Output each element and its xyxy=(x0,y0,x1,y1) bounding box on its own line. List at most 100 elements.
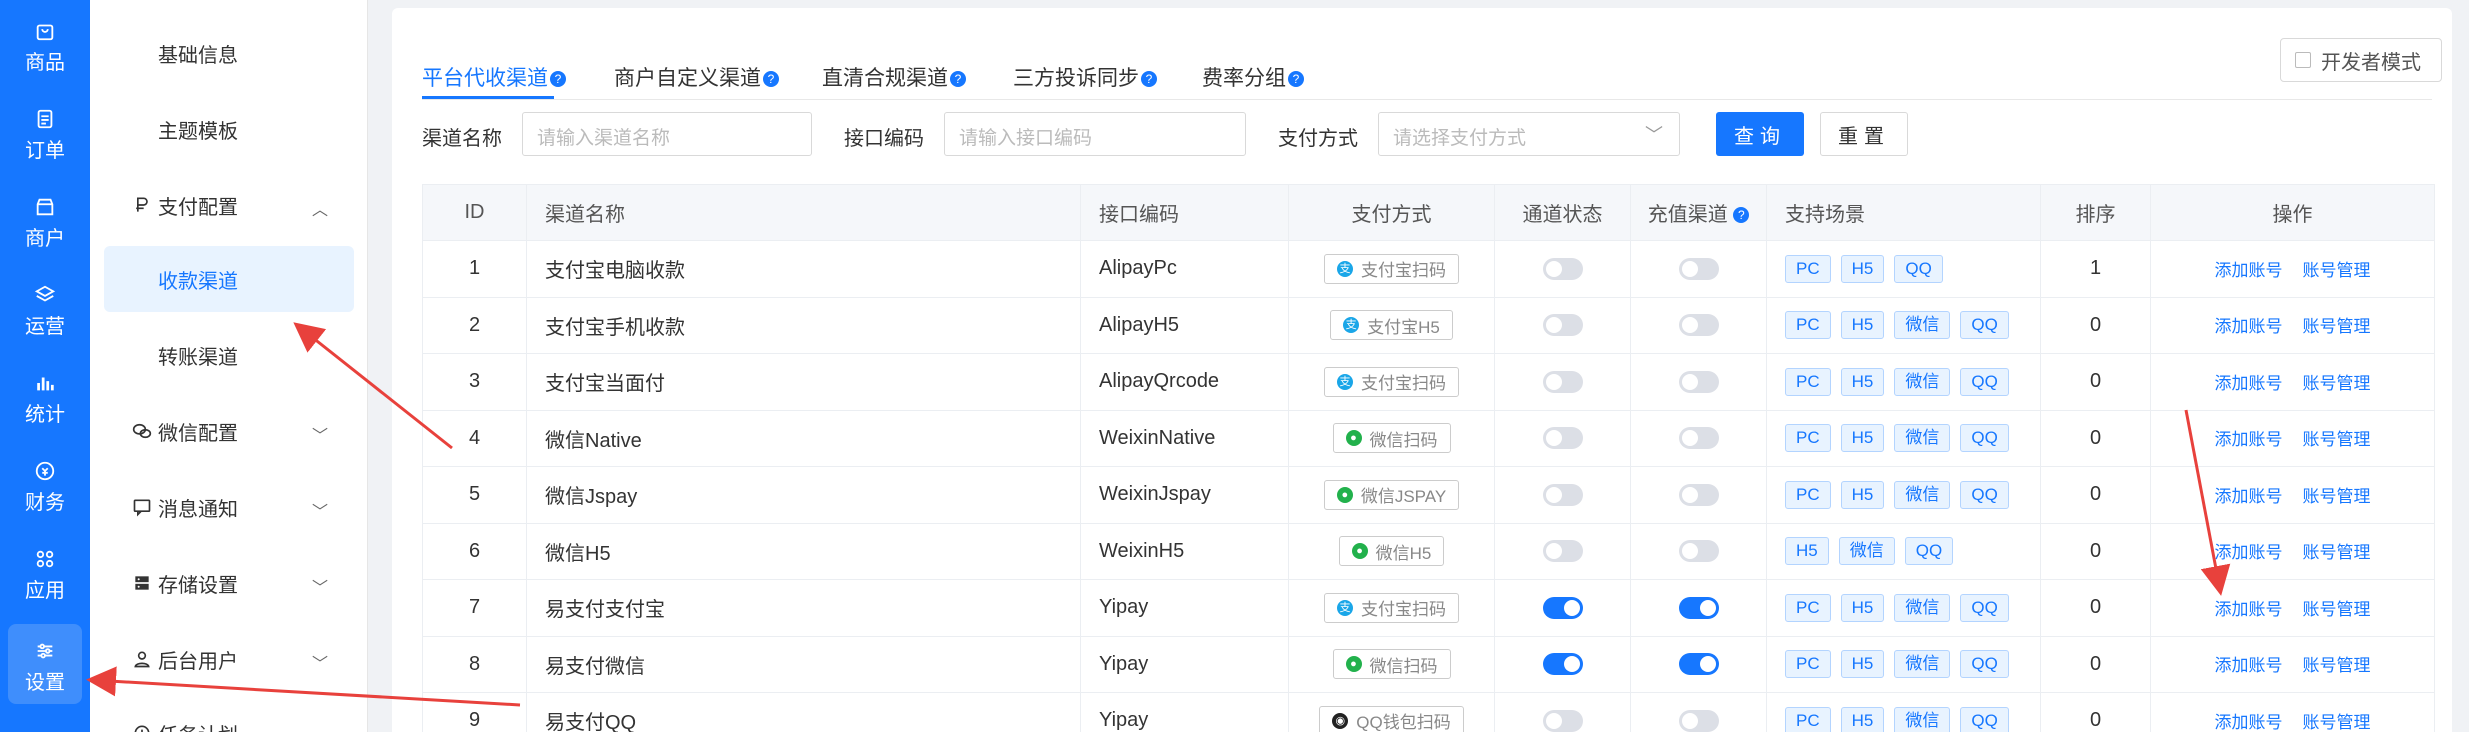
tab-platform-channel[interactable]: 平台代收渠道? xyxy=(422,62,566,92)
cell-scenes: H5 微信 QQ xyxy=(1766,522,2041,580)
tab-merchant-custom-channel[interactable]: 商户自定义渠道? xyxy=(614,62,779,92)
subnav-label: 任务计划 xyxy=(158,719,238,732)
help-icon[interactable]: ? xyxy=(1141,71,1157,87)
tab-direct-compliance-channel[interactable]: 直清合规渠道? xyxy=(822,62,966,92)
scene-tag: 微信 xyxy=(1894,706,1951,732)
subnav-group-task-plan[interactable]: 任务计划 xyxy=(104,700,354,732)
help-icon[interactable]: ? xyxy=(950,71,966,87)
shop-icon xyxy=(36,198,54,216)
account-manage-link[interactable]: 账号管理 xyxy=(2303,430,2371,449)
subnav-item-transfer-channel[interactable]: 转账渠道 xyxy=(104,322,354,388)
subnav-item-theme-template[interactable]: 主题模板 xyxy=(104,96,354,162)
scene-tag: H5 xyxy=(1840,480,1885,509)
cell-ops: 添加账号 账号管理 xyxy=(2150,635,2435,693)
tab-rate-group[interactable]: 费率分组? xyxy=(1202,62,1304,92)
scene-tag: PC xyxy=(1785,311,1831,340)
account-manage-link[interactable]: 账号管理 xyxy=(2303,317,2371,336)
table-row: 7 易支付支付宝 Yipay 支支付宝扫码 PC H5 微信 QQ 0 添加账号 账号管理 xyxy=(422,579,2435,637)
pay-method-tag: ● 微信扫码 xyxy=(1332,649,1451,680)
add-account-link[interactable]: 添加账号 xyxy=(2215,656,2283,675)
status-toggle[interactable] xyxy=(1542,540,1583,563)
add-account-link[interactable]: 添加账号 xyxy=(2215,374,2283,393)
query-button[interactable]: 查询 xyxy=(1716,112,1804,156)
cell-status xyxy=(1494,522,1631,580)
status-toggle[interactable] xyxy=(1542,709,1583,732)
tab-complaint-sync[interactable]: 三方投诉同步? xyxy=(1013,62,1157,92)
add-account-link[interactable]: 添加账号 xyxy=(2215,600,2283,619)
pay-method-tag: ● 微信H5 xyxy=(1338,536,1445,567)
add-account-link[interactable]: 添加账号 xyxy=(2215,487,2283,506)
account-manage-link[interactable]: 账号管理 xyxy=(2303,543,2371,562)
account-manage-link[interactable]: 账号管理 xyxy=(2303,374,2371,393)
subnav-group-wechat-config[interactable]: 微信配置 ﹀ xyxy=(104,398,354,464)
rail-label: 运营 xyxy=(25,316,65,338)
cell-recharge xyxy=(1630,296,1767,354)
chevron-up-icon: ︿ xyxy=(311,202,328,219)
rail-item-operations[interactable]: 运营 xyxy=(0,264,90,344)
add-account-link[interactable]: 添加账号 xyxy=(2215,261,2283,280)
add-account-link[interactable]: 添加账号 xyxy=(2215,317,2283,336)
account-manage-link[interactable]: 账号管理 xyxy=(2303,656,2371,675)
help-icon[interactable]: ? xyxy=(550,71,566,87)
recharge-toggle[interactable] xyxy=(1678,257,1719,280)
recharge-toggle[interactable] xyxy=(1678,596,1719,619)
add-account-link[interactable]: 添加账号 xyxy=(2215,543,2283,562)
scene-tag: H5 xyxy=(1840,367,1885,396)
subnav-item-basic-info[interactable]: 基础信息 xyxy=(104,20,354,86)
subnav-label: 消息通知 xyxy=(158,498,238,521)
recharge-toggle[interactable] xyxy=(1678,314,1719,337)
rail-item-merchants[interactable]: 商户 xyxy=(0,176,90,256)
status-toggle[interactable] xyxy=(1542,427,1583,450)
recharge-toggle[interactable] xyxy=(1678,483,1719,506)
help-icon[interactable]: ? xyxy=(1288,71,1304,87)
account-manage-link[interactable]: 账号管理 xyxy=(2303,487,2371,506)
table-row: 8 易支付微信 Yipay ● 微信扫码 PC H5 微信 QQ 0 添加账号 账号管理 xyxy=(422,635,2435,693)
status-toggle[interactable] xyxy=(1542,370,1583,393)
status-toggle[interactable] xyxy=(1542,653,1583,676)
tab-label: 费率分组 xyxy=(1202,67,1286,90)
pay-method-select[interactable]: 请选择支付方式 ﹀ xyxy=(1378,112,1680,156)
help-icon[interactable]: ? xyxy=(1733,207,1750,223)
rail-item-goods[interactable]: 商品 xyxy=(0,0,90,80)
subnav-group-admin-users[interactable]: 后台用户 ﹀ xyxy=(104,626,354,692)
cell-sort: 0 xyxy=(2040,522,2151,580)
rail-item-orders[interactable]: 订单 xyxy=(0,88,90,168)
rail-item-settings[interactable]: 设置 xyxy=(8,624,82,704)
account-manage-link[interactable]: 账号管理 xyxy=(2303,600,2371,619)
recharge-toggle[interactable] xyxy=(1678,427,1719,450)
cell-recharge xyxy=(1630,692,1767,732)
subnav-group-message-notify[interactable]: 消息通知 ﹀ xyxy=(104,474,354,540)
recharge-toggle[interactable] xyxy=(1678,540,1719,563)
rail-item-statistics[interactable]: 统计 xyxy=(0,352,90,432)
recharge-toggle[interactable] xyxy=(1678,653,1719,676)
add-account-link[interactable]: 添加账号 xyxy=(2215,713,2283,732)
cell-method: ● 微信扫码 xyxy=(1288,409,1495,467)
status-toggle[interactable] xyxy=(1542,483,1583,506)
chevron-down-icon: ﹀ xyxy=(1645,125,1663,145)
recharge-toggle[interactable] xyxy=(1678,370,1719,393)
status-toggle[interactable] xyxy=(1542,257,1583,280)
status-toggle[interactable] xyxy=(1542,314,1583,337)
cell-sort: 0 xyxy=(2040,635,2151,693)
recharge-toggle[interactable] xyxy=(1678,709,1719,732)
status-toggle[interactable] xyxy=(1542,596,1583,619)
help-icon[interactable]: ? xyxy=(763,71,779,87)
add-account-link[interactable]: 添加账号 xyxy=(2215,430,2283,449)
account-manage-link[interactable]: 账号管理 xyxy=(2303,713,2371,732)
subnav-group-payment-config[interactable]: 支付配置 ︿ xyxy=(104,172,354,238)
subnav-item-collect-channel[interactable]: 收款渠道 xyxy=(104,246,354,312)
cell-sort: 1 xyxy=(2040,240,2151,298)
checkbox-box[interactable] xyxy=(2295,52,2311,68)
developer-mode-checkbox[interactable]: 开发者模式 xyxy=(2280,38,2442,82)
header-scenes: 支持场景 xyxy=(1766,184,2041,241)
channel-name-input[interactable]: 请输入渠道名称 xyxy=(522,112,812,156)
subnav-group-storage-settings[interactable]: 存储设置 ﹀ xyxy=(104,550,354,616)
rail-item-apps[interactable]: 应用 xyxy=(0,528,90,608)
interface-code-input[interactable]: 请输入接口编码 xyxy=(944,112,1246,156)
rail-item-finance[interactable]: 财务 xyxy=(0,440,90,520)
reset-button[interactable]: 重置 xyxy=(1820,112,1908,156)
cell-method: ● 微信JSPAY xyxy=(1288,466,1495,524)
wechat-pay-icon: ● xyxy=(1345,430,1362,447)
cell-status xyxy=(1494,409,1631,467)
account-manage-link[interactable]: 账号管理 xyxy=(2303,261,2371,280)
